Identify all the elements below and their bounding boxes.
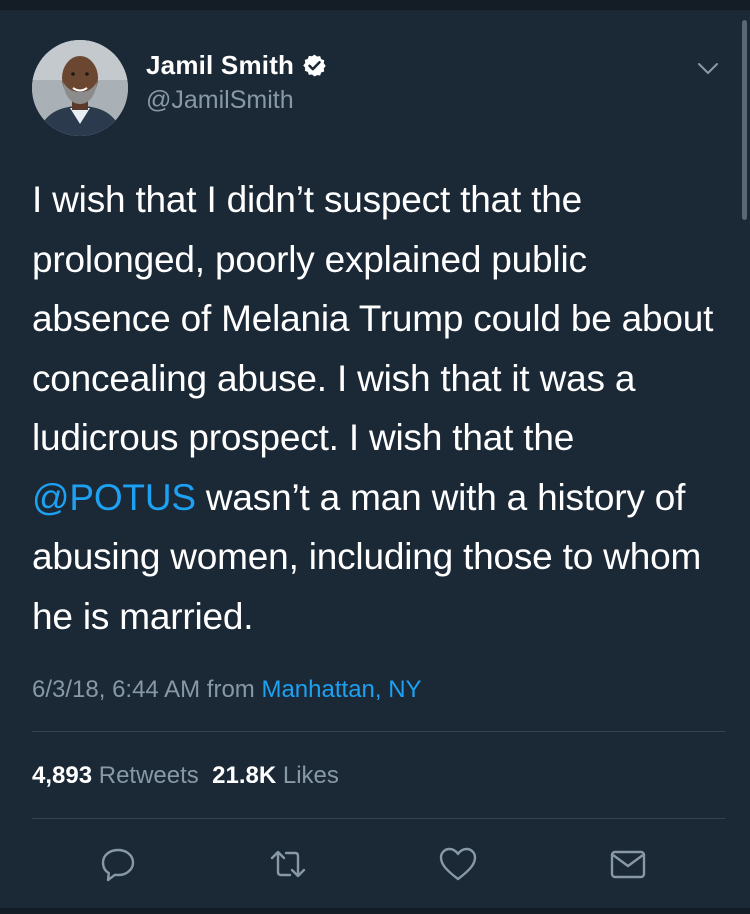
location-link[interactable]: Manhattan, NY: [261, 676, 421, 703]
retweets-label: Retweets: [98, 762, 199, 789]
tweet-actions: [0, 842, 750, 892]
tweet-header: Jamil Smith @JamilSmith: [32, 40, 722, 140]
tweet-text: I wish that I didn’t suspect that the pr…: [32, 170, 722, 646]
envelope-icon: [610, 850, 646, 879]
heart-icon: [439, 847, 477, 881]
bottom-bar: [0, 908, 750, 914]
author-name-row: Jamil Smith: [146, 50, 327, 81]
scrollbar[interactable]: [742, 20, 747, 220]
reply-button[interactable]: [96, 842, 140, 886]
retweet-icon: [270, 850, 306, 878]
timestamp[interactable]: 6/3/18, 6:44 AM: [32, 676, 200, 703]
top-bar: [0, 0, 750, 10]
profile-photo-icon: [32, 40, 128, 136]
retweet-button[interactable]: [266, 842, 310, 886]
divider: [32, 731, 725, 732]
likes-label: Likes: [282, 762, 339, 789]
tweet-text-part: I wish that I didn’t suspect that the pr…: [32, 179, 714, 458]
tweet-meta: 6/3/18, 6:44 AM from Manhattan, NY: [32, 676, 422, 704]
reply-icon: [101, 848, 135, 882]
from-label: from: [206, 676, 255, 703]
likes-stat[interactable]: 21.8K Likes: [212, 762, 339, 789]
tweet-stats: 4,893 Retweets 21.8K Likes: [32, 762, 339, 790]
author-handle[interactable]: @JamilSmith: [146, 86, 294, 115]
avatar[interactable]: [32, 40, 128, 136]
chevron-down-icon[interactable]: [694, 54, 722, 82]
like-button[interactable]: [436, 842, 480, 886]
divider: [32, 818, 725, 819]
mention-link[interactable]: @POTUS: [32, 477, 196, 518]
share-button[interactable]: [606, 842, 650, 886]
retweets-stat[interactable]: 4,893 Retweets: [32, 762, 199, 789]
author-name[interactable]: Jamil Smith: [146, 50, 294, 81]
verified-badge-icon: [303, 54, 326, 77]
likes-count: 21.8K: [212, 762, 277, 789]
retweets-count: 4,893: [32, 762, 93, 789]
